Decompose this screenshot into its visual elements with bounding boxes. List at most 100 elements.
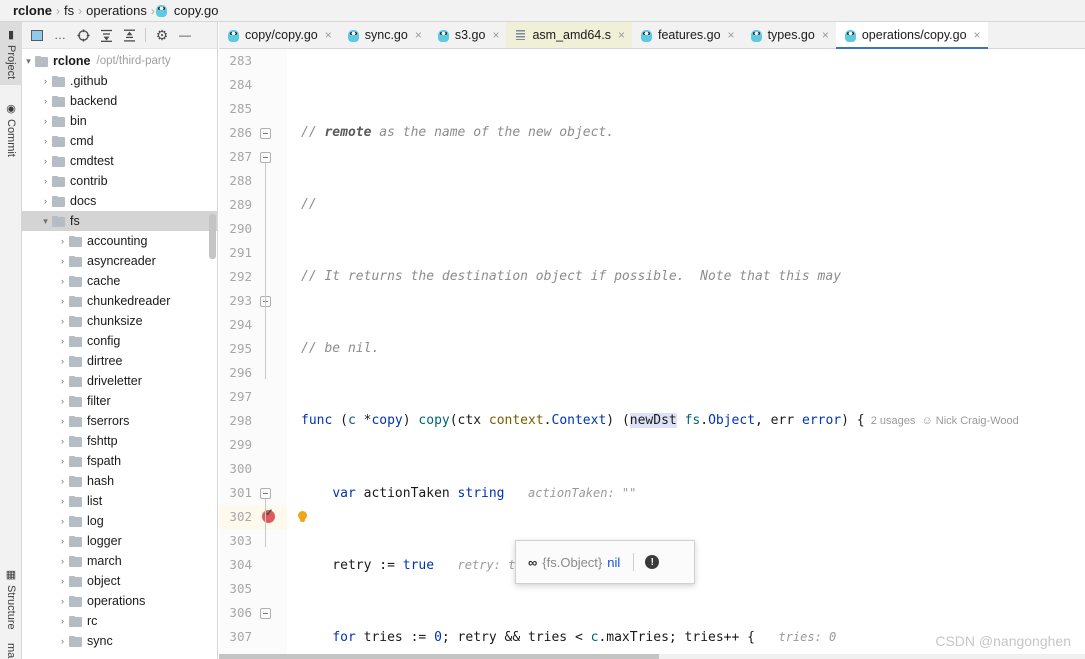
tab-operations-copy-go[interactable]: operations/copy.go × [835, 22, 988, 49]
fold-collapse-icon[interactable] [260, 608, 271, 619]
chevron-right-icon[interactable]: › [39, 196, 52, 206]
tab-sync-go[interactable]: sync.go × [339, 22, 429, 48]
hide-panel-icon[interactable]: — [175, 25, 195, 45]
chevron-right-icon[interactable]: › [56, 296, 69, 306]
tree-node-config[interactable]: › config [22, 331, 217, 351]
code-line-284[interactable]: // [287, 193, 1085, 217]
collapse-all-icon[interactable] [119, 25, 139, 45]
sidebar-item-bookmarks[interactable]: marks [0, 637, 22, 659]
gutter-row[interactable]: 293 [219, 289, 287, 313]
gutter-row[interactable]: 288 [219, 169, 287, 193]
gutter-row[interactable]: 295 [219, 337, 287, 361]
fold-collapse-icon[interactable] [260, 488, 271, 499]
project-tree[interactable]: ▾ rclone /opt/third-party › .github › backe… [22, 49, 217, 657]
tree-node-driveletter[interactable]: › driveletter [22, 371, 217, 391]
chevron-right-icon[interactable]: › [56, 396, 69, 406]
gutter-row[interactable]: 306 [219, 601, 287, 625]
breakpoint-verified-icon[interactable] [262, 508, 275, 523]
chevron-right-icon[interactable]: › [56, 256, 69, 266]
chevron-down-icon[interactable]: ▾ [22, 56, 35, 67]
view-mode-icon[interactable] [27, 25, 47, 45]
expand-all-icon[interactable] [96, 25, 116, 45]
project-scrollbar[interactable] [209, 214, 216, 259]
close-icon[interactable]: × [415, 28, 422, 42]
tree-node-log[interactable]: › log [22, 511, 217, 531]
close-icon[interactable]: × [492, 28, 499, 42]
tab-s3-go[interactable]: s3.go × [429, 22, 507, 48]
gutter-row[interactable]: 283 [219, 49, 287, 73]
code-line-288[interactable]: var actionTaken string actionTaken: "" [287, 481, 1085, 505]
locate-file-icon[interactable] [73, 25, 93, 45]
code-line-286[interactable]: // be nil. [287, 337, 1085, 361]
settings-gear-icon[interactable]: ⚙ [152, 25, 172, 45]
tree-node-object[interactable]: › object [22, 571, 217, 591]
chevron-right-icon[interactable]: › [56, 536, 69, 546]
chevron-right-icon[interactable]: › [56, 376, 69, 386]
tree-node-fshttp[interactable]: › fshttp [22, 431, 217, 451]
tab-types-go[interactable]: types.go × [742, 22, 836, 48]
chevron-right-icon[interactable]: › [39, 116, 52, 126]
close-icon[interactable]: × [974, 28, 981, 42]
tree-node-cache[interactable]: › cache [22, 271, 217, 291]
gutter-row[interactable]: 294 [219, 313, 287, 337]
gutter-row[interactable]: 286 [219, 121, 287, 145]
fold-collapse-icon[interactable] [260, 152, 271, 163]
more-options-icon[interactable]: … [50, 25, 70, 45]
tree-node-bin[interactable]: › bin [22, 111, 217, 131]
gutter-row[interactable]: 292 [219, 265, 287, 289]
tree-node-cmdtest[interactable]: › cmdtest [22, 151, 217, 171]
close-icon[interactable]: × [728, 28, 735, 42]
gutter-row[interactable]: 296 [219, 361, 287, 385]
fold-end-icon[interactable] [260, 128, 271, 139]
chevron-right-icon[interactable]: › [39, 76, 52, 86]
tree-node-rc[interactable]: › rc [22, 611, 217, 631]
editor-horizontal-scrollbar[interactable] [219, 654, 1085, 659]
chevron-right-icon[interactable]: › [56, 616, 69, 626]
tree-node-fserrors[interactable]: › fserrors [22, 411, 217, 431]
close-icon[interactable]: × [325, 28, 332, 42]
gutter-row[interactable]: 304 [219, 553, 287, 577]
chevron-right-icon[interactable]: › [56, 596, 69, 606]
gutter-row[interactable]: 299 [219, 433, 287, 457]
tree-node-backend[interactable]: › backend [22, 91, 217, 111]
tab-copy-copy-go[interactable]: copy/copy.go × [219, 22, 339, 48]
tree-node-asyncreader[interactable]: › asyncreader [22, 251, 217, 271]
tree-node-list[interactable]: › list [22, 491, 217, 511]
tree-node-chunksize[interactable]: › chunksize [22, 311, 217, 331]
code-line-285[interactable]: // It returns the destination object if … [287, 265, 1085, 289]
gutter-row[interactable]: 303 [219, 529, 287, 553]
gutter-row[interactable]: 287 [219, 145, 287, 169]
gutter-row[interactable]: 298 [219, 409, 287, 433]
tree-node-root[interactable]: ▾ rclone /opt/third-party [22, 51, 217, 71]
gutter-row[interactable]: 302 [219, 505, 307, 529]
gutter-row[interactable]: 290 [219, 217, 287, 241]
close-icon[interactable]: × [822, 28, 829, 42]
code-line-287[interactable]: func (c *copy) copy(ctx context.Context)… [287, 409, 1085, 433]
chevron-right-icon[interactable]: › [56, 276, 69, 286]
breadcrumb-item-file[interactable]: copy.go [171, 3, 222, 18]
tree-node-dirtree[interactable]: › dirtree [22, 351, 217, 371]
chevron-right-icon[interactable]: › [56, 496, 69, 506]
chevron-right-icon[interactable]: › [39, 136, 52, 146]
gutter-row[interactable]: 297 [219, 385, 287, 409]
chevron-right-icon[interactable]: › [39, 96, 52, 106]
tree-node-hash[interactable]: › hash [22, 471, 217, 491]
gutter-row[interactable]: 285 [219, 97, 287, 121]
chevron-right-icon[interactable]: › [56, 356, 69, 366]
chevron-right-icon[interactable]: › [56, 476, 69, 486]
chevron-right-icon[interactable]: › [39, 176, 52, 186]
tree-node--github[interactable]: › .github [22, 71, 217, 91]
tree-node-contrib[interactable]: › contrib [22, 171, 217, 191]
value-tooltip-popup[interactable]: ∞ {fs.Object} nil ! [515, 540, 695, 584]
gutter-row[interactable]: 291 [219, 241, 287, 265]
chevron-right-icon[interactable]: › [39, 156, 52, 166]
tree-node-march[interactable]: › march [22, 551, 217, 571]
gutter-row[interactable]: 300 [219, 457, 287, 481]
code-line-283[interactable]: // remote as the name of the new object. [287, 121, 1085, 145]
chevron-right-icon[interactable]: › [56, 336, 69, 346]
tree-node-fs[interactable]: ▾ fs [22, 211, 217, 231]
chevron-right-icon[interactable]: › [56, 456, 69, 466]
tree-node-docs[interactable]: › docs [22, 191, 217, 211]
sidebar-item-commit[interactable]: ◉ Commit [0, 96, 22, 163]
gutter-row[interactable]: 289 [219, 193, 287, 217]
